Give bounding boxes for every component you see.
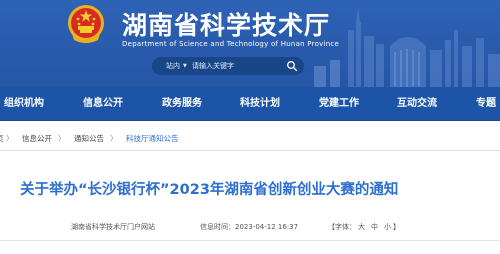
font-size-small-button[interactable]: 小 [384, 222, 391, 232]
search-input[interactable] [192, 60, 282, 72]
breadcrumb-separator: 〉 [110, 134, 118, 143]
article-source: 湖南省科学技术厅门户网站 [71, 223, 155, 231]
breadcrumb-separator: 〉 [58, 134, 66, 143]
article-date: 信息时间：2023-04-12 16:37 [200, 223, 299, 231]
search-scope-select[interactable]: 站内 [166, 57, 180, 75]
nav-item-topics[interactable]: 专题 [476, 87, 496, 120]
breadcrumb-notices[interactable]: 通知公告 [74, 132, 104, 146]
main-nav: 组织机构 信息公开 政务服务 科技计划 党建工作 互动交流 专题 [0, 87, 500, 121]
breadcrumb-home[interactable]: 页 [0, 132, 4, 146]
site-header: 湖南省科学技术厅 Department of Science and Techn… [0, 0, 500, 87]
nav-item-gov-services[interactable]: 政务服务 [162, 87, 202, 120]
article-title: 关于举办“长沙银行杯”2023年湖南省创新创业大赛的通知 [20, 182, 399, 198]
nav-item-organization[interactable]: 组织机构 [4, 87, 44, 120]
breadcrumb-divider [0, 150, 500, 151]
font-size-large-button[interactable]: 大 [358, 222, 365, 232]
search-bar: 站内 ▼ [152, 57, 304, 75]
nav-item-interaction[interactable]: 互动交流 [397, 87, 437, 120]
national-emblem-logo [68, 5, 104, 43]
nav-item-sci-tech-plan[interactable]: 科技计划 [240, 87, 280, 120]
breadcrumb-separator: 〉 [6, 134, 14, 143]
nav-item-info-disclosure[interactable]: 信息公开 [83, 87, 123, 120]
breadcrumb-current[interactable]: 科技厅通知公告 [126, 132, 179, 146]
breadcrumb-info-disclosure[interactable]: 信息公开 [22, 132, 52, 146]
meta-divider [0, 240, 500, 241]
site-subtitle: Department of Science and Technology of … [122, 40, 340, 48]
font-size-label: 【字体： [328, 223, 356, 231]
nav-item-party-building[interactable]: 党建工作 [319, 87, 359, 120]
font-size-bracket: 】 [393, 223, 400, 231]
font-size-medium-button[interactable]: 中 [371, 222, 378, 232]
site-title: 湖南省科学技术厅 [122, 11, 331, 40]
search-icon[interactable] [286, 60, 298, 72]
chevron-down-icon[interactable]: ▼ [183, 57, 187, 75]
article-meta: 湖南省科学技术厅门户网站 信息时间：2023-04-12 16:37 【字体： … [0, 222, 500, 234]
